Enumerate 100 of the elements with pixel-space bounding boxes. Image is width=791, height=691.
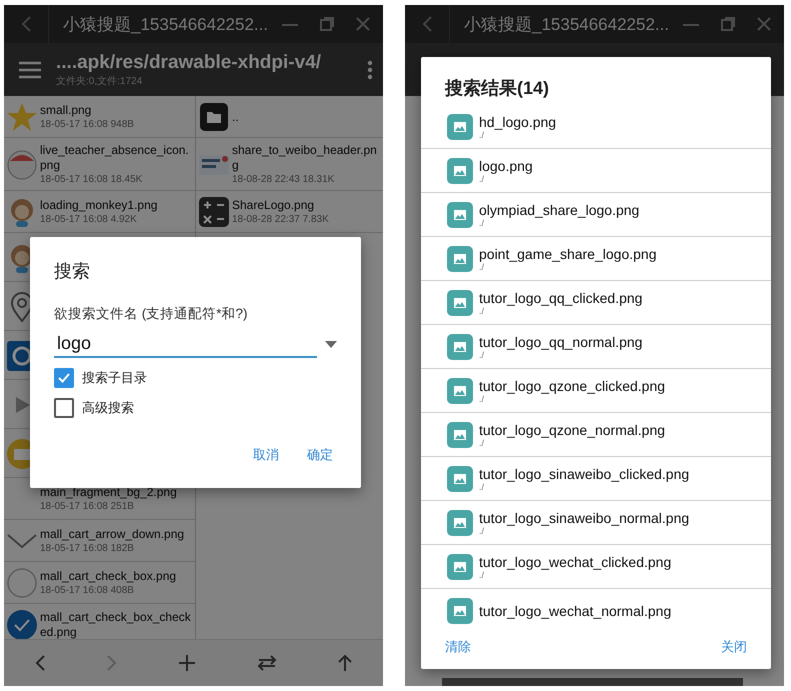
checkbox-label: 高级搜索 <box>82 399 134 417</box>
file-name: tutor_logo_qq_normal.png <box>479 334 642 350</box>
dialog-button[interactable]: 确定 <box>303 440 337 470</box>
field-label: 欲搜索文件名 (支持通配符*和?) <box>54 305 249 323</box>
file-meta: 18-05-17 16:08 18.45K <box>40 173 144 186</box>
folder-path: ....apk/res/drawable-xhdpi-v4/ <box>56 52 322 74</box>
file-name: tutor_logo_sinaweibo_normal.png <box>479 510 690 526</box>
file-name: tutor_logo_qzone_normal.png <box>479 422 666 438</box>
calculator-icon <box>198 196 230 228</box>
file-path: ./ <box>479 306 484 316</box>
file-name: tutor_logo_wechat_normal.png <box>479 602 672 618</box>
swap-icon[interactable] <box>256 655 277 671</box>
back-icon[interactable] <box>20 15 32 33</box>
image-file-icon <box>447 334 473 360</box>
file-name: logo.png <box>479 158 533 174</box>
file-meta: 18-08-28 22:43 18.31K <box>232 173 336 186</box>
file-name: hd_logo.png <box>479 114 556 130</box>
folder-summary: 文件夹:0,文件:1724 <box>56 74 144 88</box>
file-name: point_game_share_logo.png <box>479 246 656 262</box>
check-circle-icon <box>6 609 38 641</box>
image-file-icon <box>447 510 473 536</box>
window-title: 小猿搜题_153546642252... <box>464 14 670 36</box>
file-name: live_teacher_absence_icon.png <box>40 143 190 173</box>
file-name: olympiad_share_logo.png <box>479 202 640 218</box>
checkbox-label: 搜索子目录 <box>82 369 147 387</box>
file-meta: 18-05-17 16:08 251B <box>40 500 135 513</box>
file-path: ./ <box>479 218 484 228</box>
close-icon[interactable] <box>355 16 371 32</box>
file-path: ./ <box>479 394 484 404</box>
star-icon <box>6 101 38 133</box>
search-field[interactable]: logo <box>54 331 317 358</box>
file-name: mall_cart_arrow_down.png <box>40 527 184 542</box>
image-file-icon <box>447 158 473 184</box>
back-icon[interactable] <box>34 654 46 672</box>
menu-icon[interactable] <box>18 60 42 78</box>
file-name: tutor_logo_qq_clicked.png <box>479 290 642 306</box>
file-path: ./ <box>479 570 484 580</box>
checkbox[interactable] <box>54 398 74 418</box>
result-item[interactable]: tutor_logo_qzone_clicked.png ./ <box>421 369 771 413</box>
result-item[interactable]: tutor_logo_sinaweibo_clicked.png ./ <box>421 457 771 501</box>
file-name: ShareLogo.png <box>232 198 316 213</box>
file-path: ./ <box>479 350 484 360</box>
more-icon[interactable] <box>367 60 373 80</box>
dialog-button[interactable]: 关闭 <box>717 632 751 662</box>
file-meta: 18-05-17 16:08 408B <box>40 584 135 597</box>
up-arrow-icon[interactable] <box>336 654 353 672</box>
file-name: main_fragment_bg_2.png <box>40 485 177 500</box>
result-item[interactable]: tutor_logo_wechat_clicked.png ./ <box>421 545 771 589</box>
plus-icon[interactable] <box>178 654 196 672</box>
file-name: share_to_weibo_header.png <box>232 143 378 173</box>
image-file-icon <box>447 422 473 448</box>
file-name: mall_cart_check_box_checked.png <box>40 610 192 640</box>
dialog-title: 搜索 <box>54 260 91 283</box>
file-path: ./ <box>479 526 484 536</box>
file-meta: 18-05-17 16:08 182B <box>40 542 135 555</box>
result-item[interactable]: logo.png ./ <box>421 149 771 193</box>
result-item[interactable]: tutor_logo_qq_normal.png ./ <box>421 325 771 369</box>
result-item[interactable]: olympiad_share_logo.png ./ <box>421 193 771 237</box>
file-meta: 18-05-17 16:08 948B <box>40 118 134 131</box>
result-item[interactable]: tutor_logo_sinaweibo_normal.png ./ <box>421 501 771 545</box>
folder-icon <box>198 101 230 133</box>
image-file-icon <box>447 114 473 140</box>
file-name: loading_monkey1.png <box>40 198 158 213</box>
result-item[interactable]: tutor_logo_qq_clicked.png ./ <box>421 281 771 325</box>
dialog-button[interactable]: 取消 <box>249 440 283 470</box>
file-name: tutor_logo_qzone_clicked.png <box>479 378 666 394</box>
file-name: mall_cart_check_box.png <box>40 569 176 584</box>
dropdown-icon[interactable] <box>325 340 337 348</box>
file-path: ./ <box>479 438 484 448</box>
result-item[interactable]: hd_logo.png ./ <box>421 105 771 149</box>
window-title: 小猿搜题_153546642252... <box>63 14 270 36</box>
restore-icon[interactable] <box>720 16 736 32</box>
restore-icon[interactable] <box>319 16 335 32</box>
image-file-icon <box>447 598 473 624</box>
image-file-icon <box>447 554 473 580</box>
file-meta: 18-05-17 16:08 4.92K <box>40 213 138 226</box>
image-file-icon <box>447 202 473 228</box>
image-file-icon <box>447 290 473 316</box>
file-name: .. <box>232 110 239 124</box>
file-name: tutor_logo_sinaweibo_clicked.png <box>479 466 690 482</box>
file-path: ./ <box>479 174 484 184</box>
back-icon[interactable] <box>421 15 433 33</box>
dialog-title: 搜索结果(14) <box>444 77 550 100</box>
image-file-icon <box>447 378 473 404</box>
check-icon <box>58 373 70 383</box>
result-item[interactable]: point_game_share_logo.png ./ <box>421 237 771 281</box>
file-path: ./ <box>479 130 484 140</box>
result-item[interactable]: tutor_logo_qzone_normal.png ./ <box>421 413 771 457</box>
file-path: ./ <box>479 482 484 492</box>
dialog-button[interactable]: 清除 <box>441 632 475 662</box>
file-name: tutor_logo_wechat_clicked.png <box>479 554 672 570</box>
image-file-icon <box>447 246 473 272</box>
close-icon[interactable] <box>756 16 772 32</box>
circle-icon <box>6 567 38 599</box>
image-file-icon <box>447 466 473 492</box>
file-name: small.png <box>40 103 92 118</box>
file-meta: 18-08-28 22:37 7.83K <box>232 213 329 226</box>
file-path: ./ <box>479 262 484 272</box>
checkbox[interactable] <box>54 368 74 388</box>
result-item[interactable]: tutor_logo_wechat_normal.png <box>421 589 771 625</box>
